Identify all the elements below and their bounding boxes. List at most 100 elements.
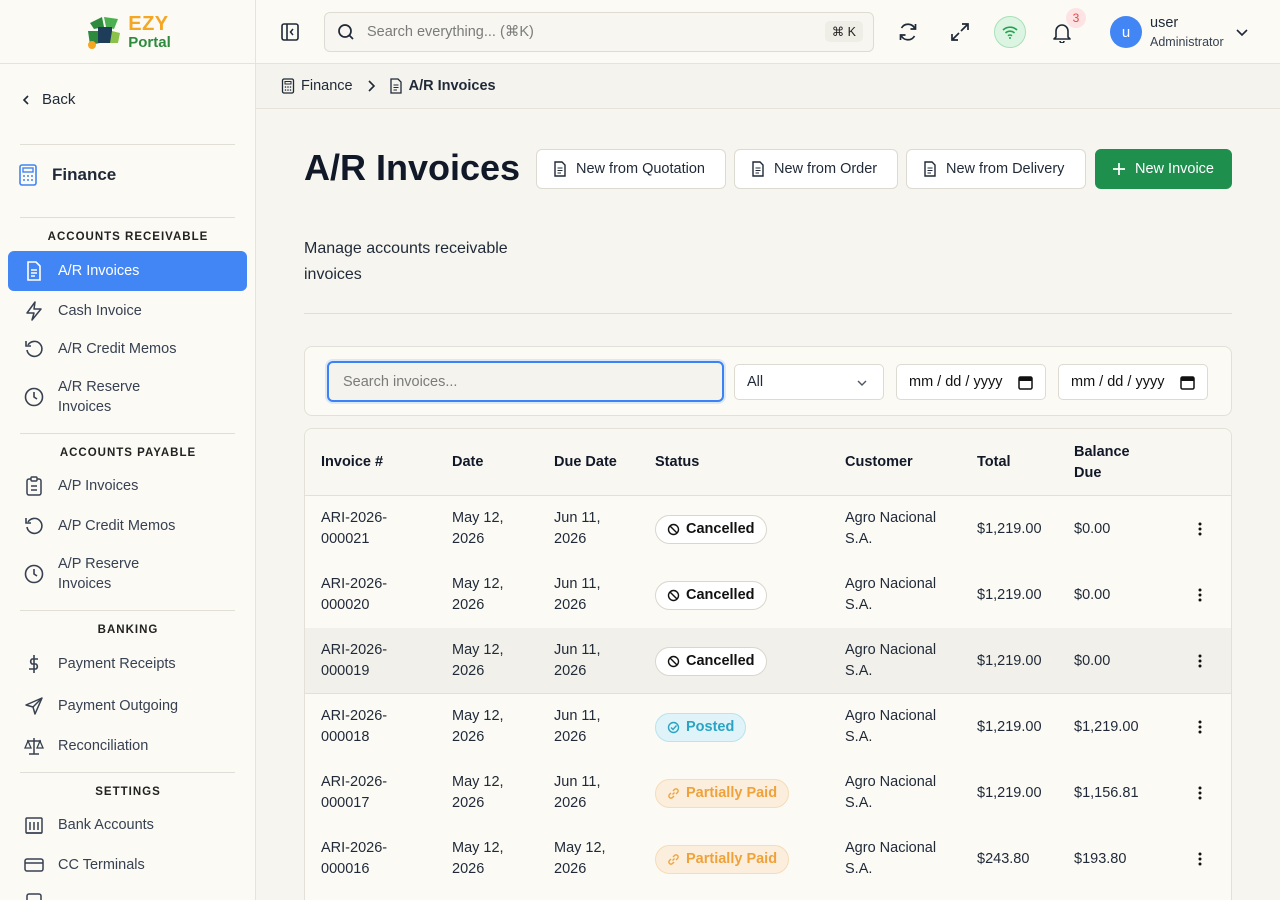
- sidebar-item-label: A/R Credit Memos: [58, 341, 177, 357]
- column-header-date[interactable]: Date: [452, 429, 483, 496]
- undo-icon: [24, 339, 44, 359]
- calculator-icon: [19, 164, 37, 186]
- sidebar-item-bank-accounts[interactable]: Bank Accounts: [8, 815, 247, 835]
- new-from-delivery-button[interactable]: New from Delivery: [906, 149, 1086, 189]
- row-actions-button[interactable]: [1189, 716, 1211, 738]
- new-from-quotation-button[interactable]: New from Quotation: [536, 149, 726, 189]
- sidebar-item-ap-credit-memos[interactable]: A/P Credit Memos: [8, 516, 247, 536]
- ban-icon: [667, 523, 680, 535]
- cell-balance-due: $0.00: [1074, 586, 1111, 603]
- document-icon: [924, 161, 936, 177]
- logo-ezy-text: EZY: [128, 12, 169, 35]
- table-row[interactable]: ARI-2026-000017 May 12, 2026 Jun 11, 2026 A…: [305, 760, 1231, 826]
- cell-total: $1,219.00: [977, 652, 1042, 669]
- expand-icon: [951, 23, 969, 41]
- sidebar-item-cc-terminals[interactable]: CC Terminals: [8, 855, 247, 875]
- status-label: Partially Paid: [686, 784, 778, 801]
- table-row[interactable]: ARI-2026-000016 May 12, 2026 May 12, 2026 A…: [305, 826, 1231, 892]
- sidebar-item-ar-invoices[interactable]: A/R Invoices: [8, 251, 247, 291]
- sidebar-item-ar-reserve-invoices[interactable]: A/R Reserve Invoices: [8, 377, 247, 417]
- avatar[interactable]: u: [1110, 16, 1142, 48]
- sidebar-item-cash-invoice[interactable]: Cash Invoice: [8, 301, 247, 321]
- sidebar-item-label: Bank Accounts: [58, 817, 154, 833]
- calendar-icon: [1018, 376, 1033, 390]
- user-menu-toggle[interactable]: [1234, 24, 1250, 43]
- connection-status-button[interactable]: [994, 16, 1026, 48]
- table-row[interactable]: ARI-2026-000021 May 12, 2026 Jun 11, 2026 A…: [305, 496, 1231, 562]
- row-actions-button[interactable]: [1189, 848, 1211, 870]
- page-subtitle: Manage accounts receivable invoices: [304, 240, 508, 283]
- column-header-due-date[interactable]: Due Date: [554, 429, 617, 496]
- status-filter-select[interactable]: All: [734, 364, 884, 400]
- status-label: Cancelled: [686, 586, 755, 603]
- sidebar-item-label: A/R Invoices: [58, 263, 140, 279]
- global-search-input[interactable]: Search everything... (⌘K) ⌘ K: [324, 12, 874, 52]
- breadcrumb-finance[interactable]: Finance: [281, 78, 353, 94]
- cell-total: $1,219.00: [977, 718, 1042, 735]
- row-actions-button[interactable]: [1189, 518, 1211, 540]
- status-badge: Cancelled: [655, 580, 767, 610]
- document-icon: [752, 161, 764, 177]
- sidebar-item-partial[interactable]: [8, 892, 247, 900]
- invoice-search-input[interactable]: Search invoices...: [327, 361, 724, 402]
- back-link[interactable]: Back: [20, 91, 75, 108]
- new-invoice-button[interactable]: New Invoice: [1095, 149, 1232, 189]
- sidebar-item-label: Cash Invoice: [58, 303, 142, 319]
- sidebar-item-payment-receipts[interactable]: Payment Receipts: [8, 654, 247, 674]
- sidebar-item-ap-invoices[interactable]: A/P Invoices: [8, 476, 247, 496]
- refresh-button[interactable]: [896, 20, 920, 44]
- cell-invoice-number: ARI-2026-000018: [321, 708, 388, 745]
- date-from-input[interactable]: mm / dd / yyyy: [896, 364, 1046, 400]
- ban-icon: [667, 589, 680, 601]
- row-actions-button[interactable]: [1189, 650, 1211, 672]
- cell-invoice-number: ARI-2026-000016: [321, 840, 388, 877]
- column-header-invoice[interactable]: Invoice #: [321, 429, 383, 496]
- breadcrumb: Finance A/R Invoices: [256, 64, 1280, 109]
- cell-due-date: Jun 11, 2026: [554, 642, 601, 679]
- cell-customer: Agro Nacional S.A.: [845, 774, 937, 811]
- fullscreen-button[interactable]: [948, 20, 972, 44]
- section-settings: SETTINGS: [95, 786, 161, 798]
- table-row[interactable]: ARI-2026-000018 May 12, 2026 Jun 11, 2026 A…: [305, 694, 1231, 760]
- sidebar-item-label: A/P Reserve Invoices: [58, 556, 140, 592]
- column-header-total[interactable]: Total: [977, 429, 1011, 496]
- cell-due-date: Jun 11, 2026: [554, 708, 601, 745]
- table-row[interactable]: ARI-2026-000020 May 12, 2026 Jun 11, 2026 A…: [305, 562, 1231, 628]
- cell-total: $243.80: [977, 850, 1030, 867]
- column-header-balance-due[interactable]: Balance Due: [1074, 429, 1154, 496]
- button-label: New from Delivery: [946, 161, 1065, 177]
- cell-due-date: May 12, 2026: [554, 840, 606, 877]
- sidebar-toggle-button[interactable]: [278, 20, 302, 44]
- sidebar-divider: [20, 217, 235, 218]
- row-actions-button[interactable]: [1189, 782, 1211, 804]
- sidebar-item-payment-outgoing[interactable]: Payment Outgoing: [8, 696, 247, 716]
- cell-date: May 12, 2026: [452, 642, 504, 679]
- cell-balance-due: $193.80: [1074, 850, 1127, 867]
- column-header-status[interactable]: Status: [655, 429, 699, 496]
- button-label: New Invoice: [1135, 161, 1214, 177]
- breadcrumb-finance-label: Finance: [301, 78, 353, 94]
- dollar-icon: [24, 654, 44, 674]
- sidebar-item-ap-reserve-invoices[interactable]: A/P Reserve Invoices: [8, 554, 247, 594]
- status-badge: Partially Paid: [655, 844, 790, 874]
- table-header: Invoice # Date Due Date Status Customer …: [305, 429, 1231, 496]
- new-from-order-button[interactable]: New from Order: [734, 149, 898, 189]
- document-icon: [24, 261, 44, 281]
- status-badge: Cancelled: [655, 646, 767, 676]
- user-name[interactable]: user: [1150, 15, 1178, 31]
- sidebar-item-reconciliation[interactable]: Reconciliation: [8, 736, 247, 756]
- cell-customer: Agro Nacional S.A.: [845, 642, 937, 679]
- table-row[interactable]: ARI-2026-000019 May 12, 2026 Jun 11, 2026 A…: [305, 628, 1231, 694]
- cell-status: Partially Paid: [655, 760, 790, 826]
- row-actions-button[interactable]: [1189, 584, 1211, 606]
- sidebar-item-ar-credit-memos[interactable]: A/R Credit Memos: [8, 339, 247, 359]
- ban-icon: [667, 655, 680, 667]
- bank-icon: [24, 815, 44, 835]
- date-to-input[interactable]: mm / dd / yyyy: [1058, 364, 1208, 400]
- ezy-portal-logo[interactable]: EZY Portal: [84, 13, 171, 51]
- status-label: Posted: [686, 718, 735, 735]
- calendar-icon: [1180, 376, 1195, 390]
- column-header-customer[interactable]: Customer: [845, 429, 913, 496]
- cell-customer: Agro Nacional S.A.: [845, 708, 937, 745]
- cell-date: May 12, 2026: [452, 840, 504, 877]
